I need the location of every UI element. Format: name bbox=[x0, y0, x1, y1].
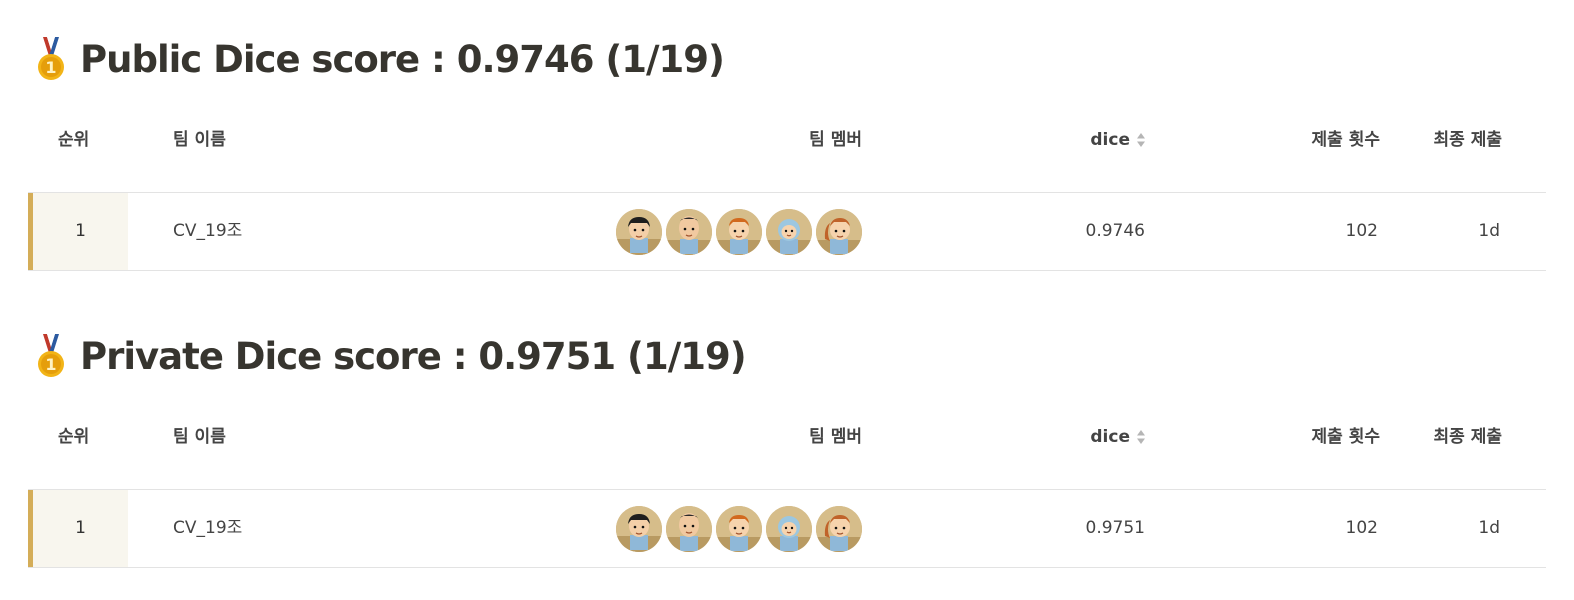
sort-icon[interactable] bbox=[1136, 428, 1146, 446]
avatar[interactable] bbox=[666, 209, 712, 255]
page-title: Public Dice score : 0.9746 (1/19) bbox=[80, 37, 725, 81]
avatar[interactable] bbox=[766, 506, 812, 552]
rank-cell: 1 bbox=[28, 193, 128, 270]
avatar[interactable] bbox=[666, 506, 712, 552]
svg-text:1: 1 bbox=[45, 355, 56, 374]
column-header-rank: 순위 bbox=[58, 130, 90, 150]
medal-icon: 1 bbox=[34, 36, 68, 82]
column-header-submission-count: 제출 횟수 bbox=[1311, 427, 1380, 447]
column-header-dice-label: dice bbox=[1090, 130, 1130, 150]
dice-score: 0.9746 bbox=[1085, 221, 1145, 241]
column-header-final-submission: 최종 제출 bbox=[1433, 130, 1502, 150]
final-submission: 1d bbox=[1478, 518, 1500, 538]
column-header-final-submission: 최종 제출 bbox=[1433, 427, 1502, 447]
avatar[interactable] bbox=[816, 209, 862, 255]
column-header-team-name: 팀 이름 bbox=[173, 427, 226, 447]
avatar[interactable] bbox=[716, 506, 762, 552]
submission-count: 102 bbox=[1345, 221, 1378, 241]
svg-text:1: 1 bbox=[45, 58, 56, 77]
team-name: CV_19조 bbox=[173, 221, 243, 241]
medal-icon: 1 bbox=[34, 333, 68, 379]
avatar[interactable] bbox=[716, 209, 762, 255]
column-header-team-members: 팀 멤버 bbox=[809, 130, 862, 150]
column-header-team-name: 팀 이름 bbox=[173, 130, 226, 150]
avatar[interactable] bbox=[616, 209, 662, 255]
table-header: 순위 팀 이름 팀 멤버 dice 제출 횟수 최종 제출 bbox=[28, 118, 1546, 162]
sort-icon[interactable] bbox=[1136, 131, 1146, 149]
team-name: CV_19조 bbox=[173, 518, 243, 538]
column-header-dice[interactable]: dice bbox=[1090, 118, 1146, 162]
table-row[interactable]: 1 CV_19조 bbox=[28, 192, 1546, 271]
section-heading: 1 Public Dice score : 0.9746 (1/19) bbox=[34, 36, 725, 82]
team-member-avatars bbox=[616, 506, 862, 552]
table-row[interactable]: 1 CV_19조 bbox=[28, 489, 1546, 568]
table-header: 순위 팀 이름 팀 멤버 dice 제출 횟수 최종 제출 bbox=[28, 415, 1546, 459]
submission-count: 102 bbox=[1345, 518, 1378, 538]
team-member-avatars bbox=[616, 209, 862, 255]
avatar[interactable] bbox=[766, 209, 812, 255]
section-heading: 1 Private Dice score : 0.9751 (1/19) bbox=[34, 333, 747, 379]
final-submission: 1d bbox=[1478, 221, 1500, 241]
dice-score: 0.9751 bbox=[1085, 518, 1145, 538]
column-header-submission-count: 제출 횟수 bbox=[1311, 130, 1380, 150]
column-header-team-members: 팀 멤버 bbox=[809, 427, 862, 447]
column-header-dice-label: dice bbox=[1090, 427, 1130, 447]
column-header-dice[interactable]: dice bbox=[1090, 415, 1146, 459]
avatar[interactable] bbox=[616, 506, 662, 552]
avatar[interactable] bbox=[816, 506, 862, 552]
column-header-rank: 순위 bbox=[58, 427, 90, 447]
page-title: Private Dice score : 0.9751 (1/19) bbox=[80, 334, 747, 378]
rank-cell: 1 bbox=[28, 490, 128, 567]
